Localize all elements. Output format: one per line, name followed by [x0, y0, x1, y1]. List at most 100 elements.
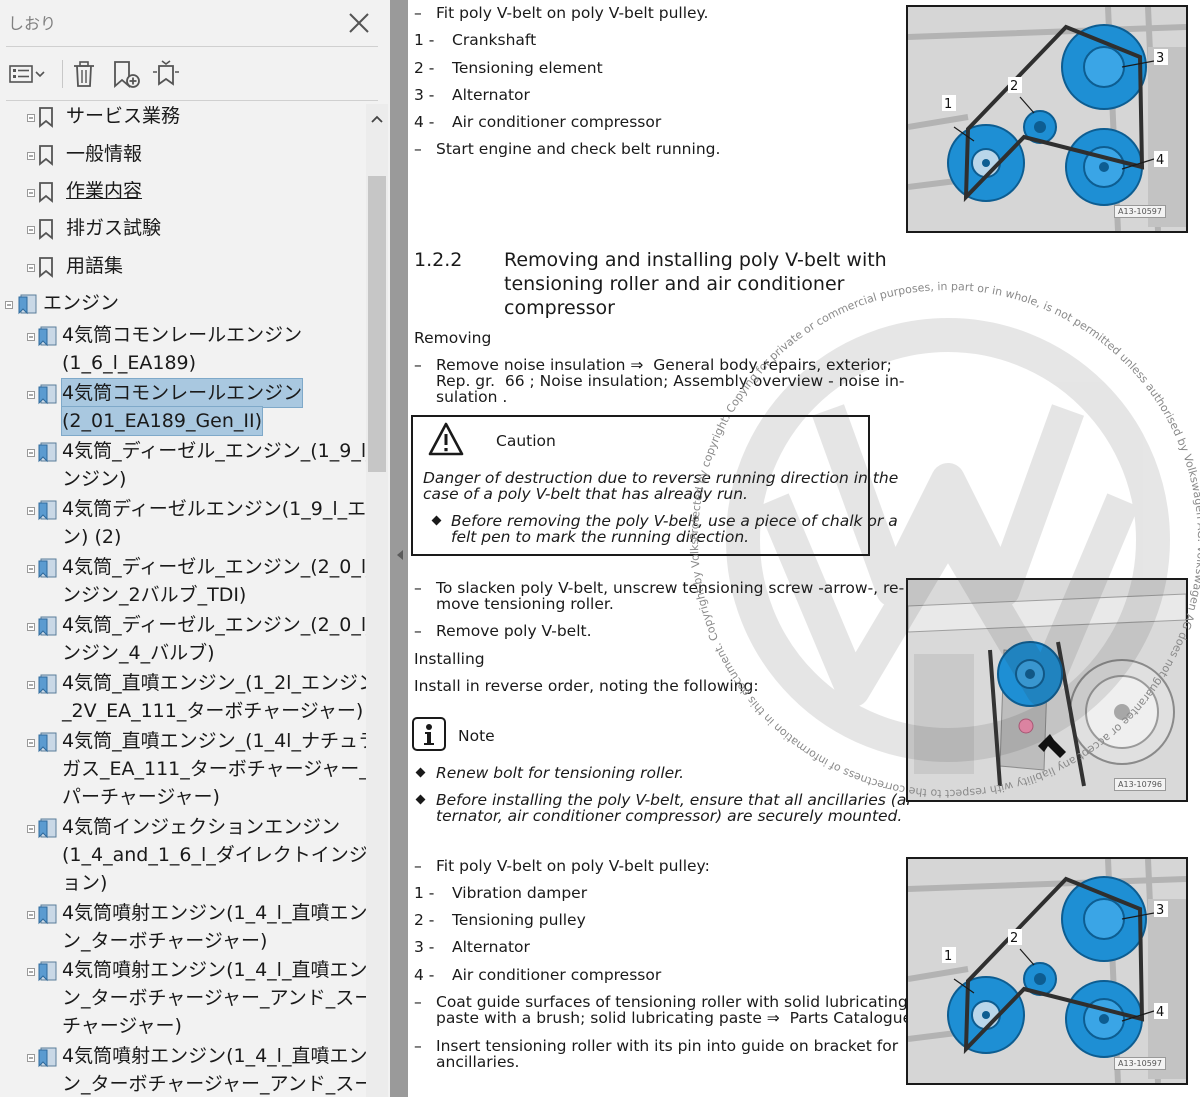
coat-line: paste with a brush; solid lubricating pa…: [436, 1009, 922, 1027]
expand-toggle-icon[interactable]: [27, 152, 35, 160]
bookmark-label: ン) (2): [62, 526, 122, 548]
expand-toggle-icon[interactable]: [27, 391, 35, 399]
expand-toggle-icon[interactable]: [27, 623, 35, 631]
bookmark-label: 排ガス試験: [66, 217, 162, 239]
bookmarks-title: しおり: [8, 14, 57, 33]
insert-line: Insert tensioning roller with its pin in…: [436, 1037, 899, 1055]
scrollbar-thumb[interactable]: [368, 176, 386, 472]
expand-toggle-icon[interactable]: [27, 739, 35, 747]
callout-1: 1: [944, 949, 952, 964]
bookmark-label: 4気筒インジェクションエンジン: [62, 816, 341, 838]
bookmark-icon: [39, 107, 53, 128]
new-bookmark-icon[interactable]: [110, 58, 142, 90]
dash: –: [414, 857, 422, 875]
expand-toggle-icon[interactable]: [27, 1054, 35, 1062]
installing-heading: Installing: [414, 650, 485, 668]
list-item: Vibration damper: [452, 884, 588, 902]
figure-id: A13-10597: [1114, 1057, 1166, 1070]
figure-id: A13-10796: [1114, 778, 1166, 791]
panel-splitter[interactable]: [390, 0, 408, 1097]
divider: [6, 46, 378, 47]
bookmark-label: ンジン): [62, 468, 127, 490]
expand-toggle-icon[interactable]: [27, 507, 35, 515]
bookmark-label: 4気筒ディーゼルエンジン(1_9_l_エンジ: [62, 498, 366, 520]
expand-toggle-icon[interactable]: [27, 449, 35, 457]
bookmark-label: 一般情報: [66, 143, 143, 165]
expand-toggle-icon[interactable]: [27, 226, 35, 234]
expand-bookmark-icon[interactable]: [150, 58, 182, 90]
fit-belt-text: Fit poly V-belt on poly V-belt pulley.: [436, 4, 709, 22]
bookmark-label: 4気筒_ディーゼル_エンジン_(1_9_l_エ: [62, 440, 366, 462]
coat-line: Coat guide surfaces of tensioning roller…: [436, 993, 908, 1011]
caution-text-line: case of a poly V-belt that has already r…: [423, 485, 748, 503]
expand-toggle-icon[interactable]: [27, 189, 35, 197]
expand-toggle-icon[interactable]: [27, 911, 35, 919]
options-menu-icon[interactable]: [8, 58, 48, 90]
bookmark-book-icon: [38, 904, 57, 925]
remove-noise-line: Rep. gr. 66 ; Noise insulation; Assembly…: [436, 372, 905, 390]
bookmark-label: _2V_EA_111_ターボチャージャー): [62, 700, 364, 722]
scroll-up-icon[interactable]: [369, 112, 385, 126]
bookmark-label: 4気筒噴射エンジン(1_4_l_直噴エンジ: [62, 1045, 366, 1067]
section-title-line: Removing and installing poly V-belt with: [504, 249, 887, 271]
caution-text-line: Danger of destruction due to reverse run…: [423, 469, 899, 487]
collapse-arrow-icon[interactable]: [397, 550, 403, 560]
note-bullet-line: Renew bolt for tensioning roller.: [436, 764, 685, 782]
caution-label: Caution: [496, 432, 556, 450]
bookmark-label: 4気筒コモンレールエンジン: [62, 324, 303, 346]
bookmarks-header: しおり: [0, 0, 390, 44]
tensioner-figure: A13-10796: [906, 578, 1188, 802]
note-bullet-line: Before installing the poly V-belt, ensur…: [436, 791, 917, 809]
belt-drive-figure: 1 2 3 4 A13-10597: [906, 5, 1188, 233]
bookmark-label: 用語集: [66, 255, 124, 277]
list-item: Crankshaft: [452, 31, 537, 49]
close-icon[interactable]: [346, 10, 372, 36]
list-number: 3 -: [414, 86, 435, 104]
trash-icon[interactable]: [70, 58, 98, 90]
dash: –: [414, 579, 422, 597]
bookmark-label: パーチャージャー): [62, 786, 220, 808]
expand-toggle-icon[interactable]: [27, 681, 35, 689]
list-number: 3 -: [414, 938, 435, 956]
bookmark-tree: サービス業務 一般情報 作業内容 排ガス試験 用語集 エンジン 4気筒コモンレールエンジン(…: [0, 100, 366, 1097]
expand-toggle-icon[interactable]: [27, 825, 35, 833]
bookmark-label: 4気筒コモンレールエンジン: [60, 378, 304, 408]
callout-4: 4: [1156, 153, 1164, 168]
expand-toggle-icon[interactable]: [27, 114, 35, 122]
bookmark-icon: [39, 257, 53, 278]
bookmark-label: (2_01_EA189_Gen_II): [60, 406, 264, 436]
expand-toggle-icon[interactable]: [27, 565, 35, 573]
start-engine-text: Start engine and check belt running.: [436, 140, 721, 158]
bookmark-label: 4気筒噴射エンジン(1_4_l_直噴エンジ: [62, 959, 366, 981]
caution-bullet-line: Before removing the poly V-belt, use a p…: [451, 512, 898, 530]
info-icon: [412, 717, 446, 751]
callout-3: 3: [1156, 903, 1164, 918]
callout-3: 3: [1156, 51, 1164, 66]
section-number: 1.2.2: [414, 249, 463, 271]
insert-line: ancillaries.: [436, 1053, 520, 1071]
expand-toggle-icon[interactable]: [27, 333, 35, 341]
bookmark-label: 4気筒_直噴エンジン_(1_4l_ナチュラル: [62, 730, 366, 752]
callout-1: 1: [944, 97, 952, 112]
note-label: Note: [458, 727, 495, 745]
list-number: 1 -: [414, 884, 435, 902]
expand-toggle-icon[interactable]: [27, 264, 35, 272]
expand-toggle-icon[interactable]: [5, 301, 13, 309]
list-item: Air conditioner compressor: [452, 113, 662, 131]
removing-heading: Removing: [414, 329, 492, 347]
dash: –: [414, 4, 422, 22]
bookmark-label: サービス業務: [66, 105, 181, 127]
expand-toggle-icon[interactable]: [27, 968, 35, 976]
bookmark-label: 4気筒_直噴エンジン_(1_2l_エンジン: [62, 672, 366, 694]
section-title-line: tensioning roller and air conditioner: [504, 273, 845, 295]
bookmark-icon: [39, 145, 53, 166]
bullet-diamond: [431, 515, 442, 526]
bookmark-book-icon: [38, 732, 57, 753]
list-number: 4 -: [414, 966, 435, 984]
warning-icon: [428, 422, 464, 456]
callout-2: 2: [1010, 931, 1018, 946]
bookmark-book-icon: [38, 326, 57, 347]
dash: –: [414, 1037, 422, 1055]
bullet-diamond: [415, 794, 426, 805]
belt-drive-figure: 1 2 3 4 A13-10597: [906, 857, 1188, 1085]
